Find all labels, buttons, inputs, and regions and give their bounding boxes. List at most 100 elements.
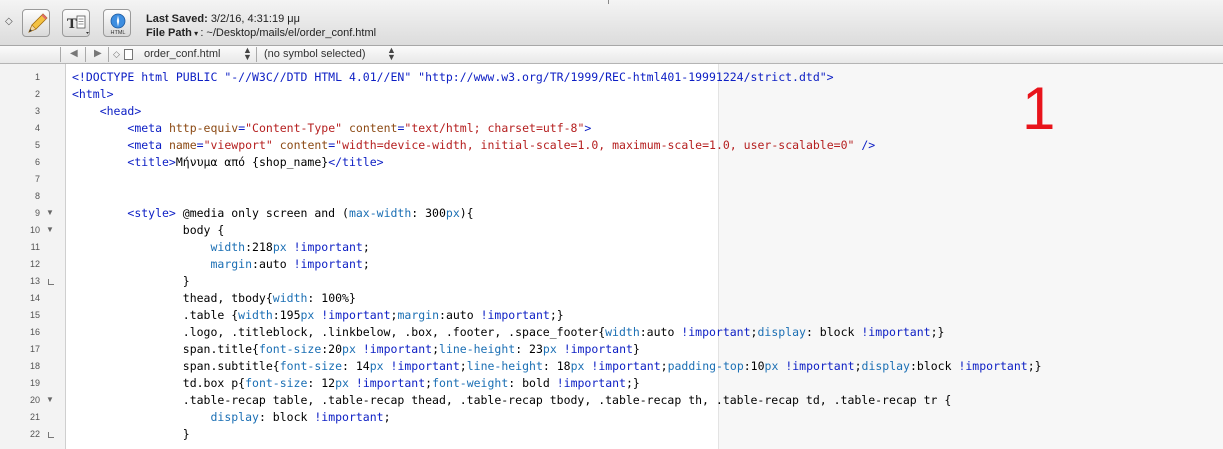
code-token: !important	[591, 359, 661, 373]
code-token: width	[238, 308, 273, 322]
code-token: ;}	[1027, 359, 1042, 373]
file-popup[interactable]: order_conf.html	[144, 48, 220, 60]
code-line[interactable]: <html>	[72, 86, 114, 103]
fold-end-icon	[48, 279, 54, 285]
code-token: !important	[314, 410, 384, 424]
code-token: !important	[681, 325, 751, 339]
code-token: font-weight	[432, 376, 509, 390]
code-line[interactable]: .table {width:195px !important;margin:au…	[72, 307, 564, 324]
line-number: 8	[34, 191, 40, 201]
code-token: :218	[245, 240, 273, 254]
line-number: 1	[34, 72, 40, 82]
text-options-button[interactable]: T	[62, 9, 90, 37]
code-token: thead, tbody{	[72, 291, 273, 305]
code-token: :auto	[639, 325, 682, 339]
symbol-popup[interactable]: (no symbol selected)	[264, 48, 366, 60]
fold-toggle-icon[interactable]: ▼	[46, 225, 54, 234]
code-token: =	[196, 138, 204, 152]
html-preview-icon: HTML	[111, 13, 125, 36]
pencil-icon	[28, 13, 48, 33]
toolbar-overflow-icon[interactable]: ◇	[5, 16, 13, 27]
code-token: ;	[660, 359, 668, 373]
code-token: ;	[854, 359, 862, 373]
code-token: ;	[432, 342, 440, 356]
fold-toggle-icon[interactable]: ▼	[46, 395, 54, 404]
code-token: px	[335, 376, 349, 390]
code-token: "viewport"	[203, 138, 273, 152]
code-token: !important	[362, 342, 433, 356]
code-line[interactable]: <meta name="viewport" content="width=dev…	[72, 137, 875, 154]
code-token: px	[445, 206, 460, 220]
code-token: <head>	[99, 104, 142, 118]
code-line[interactable]: width:218px !important;	[72, 239, 370, 256]
code-token: : 300	[411, 206, 446, 220]
code-line[interactable]: .table-recap table, .table-recap thead, …	[72, 392, 952, 409]
fold-toggle-icon[interactable]: ▼	[46, 208, 54, 217]
code-line[interactable]: <title>Μήνυμα από {shop_name}</title>	[72, 154, 383, 171]
code-line[interactable]: span.title{font-size:20px !important;lin…	[72, 341, 640, 358]
line-number: 2	[34, 89, 40, 99]
code-token: >	[584, 121, 592, 135]
symbol-popup-stepper-icon[interactable]: ▲ ▼	[387, 46, 396, 62]
code-token: <meta	[127, 138, 169, 152]
code-token: : 14	[342, 359, 370, 373]
code-line[interactable]: thead, tbody{width: 100%}	[72, 290, 356, 307]
code-token: :block	[909, 359, 959, 373]
document-info: Last Saved: 3/2/16, 4:31:19 μμ File Path…	[146, 12, 376, 41]
code-token: ;	[362, 257, 370, 271]
divider	[85, 47, 86, 62]
code-token: :auto	[252, 257, 294, 271]
file-path-label[interactable]: File Path	[146, 27, 192, 39]
code-token: !important	[563, 342, 633, 356]
edit-pencil-button[interactable]	[22, 9, 50, 37]
code-line[interactable]: <meta http-equiv="Content-Type" content=…	[72, 120, 591, 137]
preview-html-button[interactable]: HTML	[103, 9, 131, 37]
fold-end-icon	[48, 432, 54, 438]
last-saved-value: 3/2/16, 4:31:19 μμ	[210, 13, 300, 25]
code-line[interactable]: body {	[72, 222, 225, 239]
code-token: .table-recap table, .table-recap thead, …	[72, 393, 952, 407]
forward-icon[interactable]: ▶	[94, 48, 102, 59]
line-number: 3	[34, 106, 40, 116]
line-number: 14	[29, 293, 40, 303]
code-line[interactable]: span.subtitle{font-size: 14px !important…	[72, 358, 1042, 375]
code-token: display	[861, 359, 910, 373]
toolbar: ◇ T HTML Last Saved: 3/2/16, 4:31:19 μμ	[0, 0, 1223, 46]
code-token: : block	[805, 325, 862, 339]
code-line[interactable]: <!DOCTYPE html PUBLIC "-//W3C//DTD HTML …	[72, 69, 834, 86]
code-token: px	[342, 342, 356, 356]
line-number: 19	[29, 378, 40, 388]
back-icon[interactable]: ◀	[70, 48, 78, 59]
code-token: }	[632, 342, 640, 356]
code-line[interactable]: display: block !important;	[72, 409, 390, 426]
code-token: padding-top	[667, 359, 744, 373]
code-token: !important	[321, 308, 391, 322]
code-token: content	[272, 138, 329, 152]
code-line[interactable]: <style> @media only screen and (max-widt…	[72, 205, 474, 222]
line-number: 21	[29, 412, 40, 422]
code-line[interactable]: .logo, .titleblock, .linkbelow, .box, .f…	[72, 324, 945, 341]
code-token: !important	[293, 257, 363, 271]
code-token: ){	[459, 206, 474, 220]
code-line[interactable]: }	[72, 426, 190, 443]
file-popup-stepper-icon[interactable]: ▲ ▼	[243, 46, 252, 62]
code-token: <title>	[127, 155, 176, 169]
code-token: Μήνυμα από {shop_name}	[175, 155, 329, 169]
code-token: : 12	[307, 376, 336, 390]
code-token: ;	[459, 359, 467, 373]
code-line[interactable]: <head>	[72, 103, 142, 120]
line-number: 18	[29, 361, 40, 371]
code-token: ;	[362, 240, 370, 254]
code-line[interactable]: }	[72, 273, 190, 290]
code-token: span.title{	[72, 342, 259, 356]
related-files-icon[interactable]: ◇	[113, 49, 120, 60]
code-token: : block	[258, 410, 315, 424]
code-token: ;}	[930, 325, 945, 339]
code-line[interactable]: td.box p{font-size: 12px !important;font…	[72, 375, 640, 392]
code-line[interactable]: margin:auto !important;	[72, 256, 370, 273]
divider	[108, 47, 109, 62]
